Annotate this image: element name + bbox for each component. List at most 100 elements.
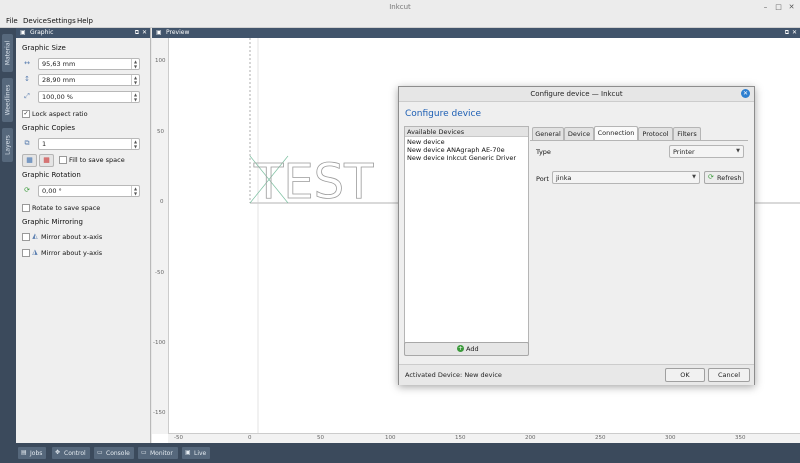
x-tick: 250 (595, 435, 606, 441)
rotate-to-save-checkbox[interactable] (22, 204, 30, 212)
add-label: Add (466, 345, 479, 353)
width-value: 95,63 mm (42, 60, 76, 68)
x-tick: 350 (735, 435, 746, 441)
close-icon[interactable]: ✕ (787, 3, 796, 12)
minimize-icon[interactable]: – (761, 3, 770, 12)
list-item[interactable]: New device ANAgraph AE-70e (407, 146, 505, 154)
panel-icon: ▣ (156, 29, 162, 36)
list-item[interactable]: New device (407, 138, 445, 146)
menu-help[interactable]: Help (77, 17, 93, 25)
refresh-label: Refresh (717, 174, 742, 182)
panel-icon: ▣ (20, 29, 26, 36)
side-tab-weedlines[interactable]: Weedlines (2, 78, 13, 122)
console-icon: ▭ (97, 449, 103, 456)
graphic-panel-title: Graphic (30, 29, 54, 36)
scale-spinner[interactable]: ▲ ▼ (131, 92, 139, 102)
tab-protocol[interactable]: Protocol (638, 127, 673, 140)
y-tick: 0 (160, 199, 164, 205)
tab-filters[interactable]: Filters (673, 127, 701, 140)
port-select[interactable]: jinka ▼ (552, 171, 700, 184)
tab-connection[interactable]: Connection (594, 126, 638, 140)
height-field[interactable]: 28,90 mm ▲ ▼ (38, 74, 140, 86)
tab-jobs-label: Jobs (30, 449, 43, 457)
tab-live[interactable]: ▣ Live (182, 447, 210, 459)
menu-settings[interactable]: Settings (47, 17, 76, 25)
x-tick: 300 (665, 435, 676, 441)
fill-to-save-checkbox[interactable] (59, 156, 67, 164)
dialog-close-icon[interactable]: ✕ (741, 89, 750, 98)
maximize-icon[interactable]: □ (774, 3, 783, 12)
mirror-y-icon: ◮ (32, 248, 38, 256)
graphic-panel: ▣ Graphic ⧉ ✕ Graphic Size ↔ 95,63 mm ▲ ▼… (16, 28, 151, 443)
scale-field[interactable]: 100,00 % ▲ ▼ (38, 91, 140, 103)
rotation-value: 0,00 ° (42, 187, 62, 195)
chevron-down-icon: ▼ (692, 174, 696, 180)
graphic-test-text[interactable]: TEST (253, 154, 375, 211)
side-tab-layers-label: Layers (4, 135, 11, 155)
height-spinner[interactable]: ▲ ▼ (131, 75, 139, 85)
tab-jobs[interactable]: ▤ Jobs (18, 447, 46, 459)
graphic-panel-header: ▣ Graphic ⧉ ✕ (16, 28, 150, 38)
panel-close-icon[interactable]: ✕ (792, 29, 797, 36)
lock-aspect-label: Lock aspect ratio (32, 110, 88, 118)
y-tick: -100 (153, 340, 166, 346)
side-tab-material[interactable]: Material (2, 34, 13, 72)
cancel-button[interactable]: Cancel (708, 368, 750, 382)
scale-value: 100,00 % (42, 93, 73, 101)
float-icon[interactable]: ⧉ (785, 29, 789, 37)
width-spinner[interactable]: ▲ ▼ (131, 59, 139, 69)
mirror-x-checkbox[interactable] (22, 233, 30, 241)
arrange-copies-button[interactable]: ▦ (22, 154, 37, 167)
side-tab-material-label: Material (4, 40, 11, 66)
type-select[interactable]: Printer ▼ (669, 145, 744, 158)
width-field[interactable]: 95,63 mm ▲ ▼ (38, 58, 140, 70)
tab-console[interactable]: ▭ Console (94, 447, 134, 459)
menu-file[interactable]: File (6, 17, 18, 25)
ok-button[interactable]: OK (665, 368, 705, 382)
add-icon: + (457, 345, 464, 352)
rotation-spinner[interactable]: ▲ ▼ (131, 186, 139, 196)
height-value: 28,90 mm (42, 76, 76, 84)
refresh-button[interactable]: ⟳ Refresh (704, 171, 744, 184)
panel-close-icon[interactable]: ✕ (142, 29, 147, 36)
device-list-header-label: Available Devices (407, 128, 465, 136)
clear-copies-button[interactable]: ▦ (39, 154, 54, 167)
x-tick: 0 (248, 435, 252, 441)
rotation-field[interactable]: 0,00 ° ▲ ▼ (38, 185, 140, 197)
lock-aspect-checkbox[interactable]: ✓ (22, 110, 30, 118)
tab-monitor-label: Monitor (150, 449, 173, 457)
tab-device[interactable]: Device (564, 127, 594, 140)
side-tab-layers[interactable]: Layers (2, 128, 13, 162)
vertical-ruler: 100 50 0 -50 -100 -150 (152, 38, 169, 434)
float-icon[interactable]: ⧉ (135, 29, 139, 37)
x-tick: 100 (385, 435, 396, 441)
side-tab-bar: Material Weedlines Layers (0, 28, 16, 443)
copies-spinner[interactable]: ▲ ▼ (131, 139, 139, 149)
bottom-tab-bar: ▤ Jobs ✥ Control ▭ Console ▭ Monitor ▣ Live (0, 443, 800, 463)
preview-header: ▣ Preview ⧉ ✕ (152, 28, 800, 38)
list-item[interactable]: New device Inkcut Generic Driver (407, 154, 516, 162)
graphic-copies-label: Graphic Copies (22, 124, 76, 132)
configure-device-dialog: Configure device — Inkcut ✕ Configure de… (398, 86, 755, 385)
graphic-size-label: Graphic Size (22, 44, 66, 52)
device-list[interactable]: Available Devices New device New device … (404, 126, 529, 344)
menu-bar: File Device Settings Help (0, 15, 800, 28)
dialog-title: Configure device — Inkcut (530, 90, 623, 98)
graphic-rotation-label: Graphic Rotation (22, 171, 81, 179)
activated-device-text: Activated Device: New device (405, 371, 502, 379)
mirror-x-label: Mirror about x-axis (41, 233, 103, 241)
tab-general[interactable]: General (532, 127, 564, 140)
graphic-mirroring-label: Graphic Mirroring (22, 218, 83, 226)
copies-field[interactable]: 1 ▲ ▼ (38, 138, 140, 150)
mirror-y-checkbox[interactable] (22, 249, 30, 257)
menu-device[interactable]: Device (23, 17, 47, 25)
y-tick: 50 (157, 129, 164, 135)
x-tick: 50 (317, 435, 324, 441)
side-tab-weedlines-label: Weedlines (4, 84, 11, 116)
copies-value: 1 (42, 140, 47, 148)
add-device-button[interactable]: + Add (404, 342, 529, 356)
tab-monitor[interactable]: ▭ Monitor (138, 447, 178, 459)
tab-control[interactable]: ✥ Control (52, 447, 90, 459)
type-value: Printer (673, 148, 695, 156)
x-tick: 150 (455, 435, 466, 441)
